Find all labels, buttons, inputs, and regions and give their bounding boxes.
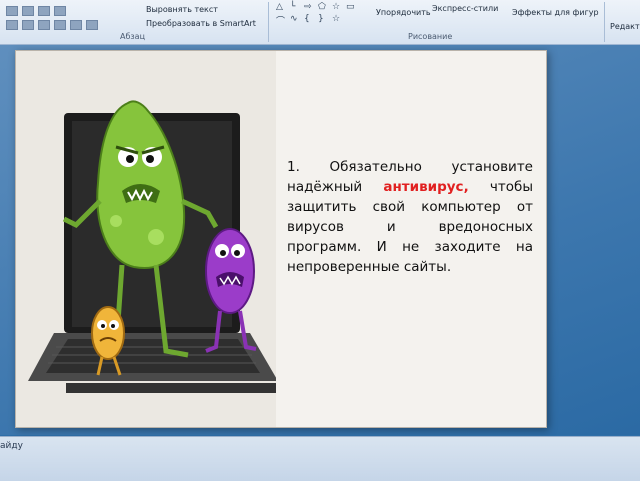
square-shape-icon[interactable]: ▭ [346, 2, 355, 12]
pentagon-shape-icon[interactable]: ⬠ [318, 2, 326, 12]
star-filled-shape-icon[interactable]: ☆ [332, 14, 340, 24]
ribbon: Выровнять текст Преобразовать в SmartArt… [0, 0, 640, 45]
columns-icon[interactable] [6, 20, 18, 30]
paragraph-group-label: Абзац [120, 32, 146, 41]
curve-shape-icon[interactable]: ∿ [290, 14, 298, 24]
star-shape-icon[interactable]: ☆ [332, 2, 340, 12]
antivirus-highlight: антивирус, [383, 179, 469, 195]
convert-smartart-button[interactable]: Преобразовать в SmartArt [146, 19, 256, 28]
virus-illustration[interactable] [16, 51, 280, 427]
connector-shape-icon[interactable]: └ [290, 2, 295, 12]
editing-button[interactable]: Редакти [610, 22, 640, 31]
quick-styles-button[interactable]: Экспресс-стили [432, 4, 498, 13]
line-spacing-icon[interactable] [70, 20, 82, 30]
virus-laptop-image [28, 100, 280, 393]
bullets-icon[interactable] [22, 20, 34, 30]
triangle-shape-icon[interactable]: △ [276, 2, 283, 12]
ribbon-separator [268, 2, 269, 42]
drawing-group-label: Рисование [408, 32, 453, 41]
notes-area[interactable]: айду [0, 436, 640, 481]
text-direction-icon[interactable] [86, 20, 98, 30]
align-right-icon[interactable] [38, 6, 50, 16]
align-text-button[interactable]: Выровнять текст [146, 5, 218, 14]
notes-partial-text: айду [0, 441, 23, 451]
brace-open-shape-icon[interactable]: { [304, 14, 310, 24]
arc-shape-icon[interactable]: ⌒ [276, 14, 285, 27]
ribbon-separator [604, 2, 605, 42]
align-left-icon[interactable] [6, 6, 18, 16]
numbering-icon[interactable] [38, 20, 50, 30]
arrange-button[interactable]: Упорядочить [376, 8, 431, 17]
arrow-shape-icon[interactable]: ⇨ [304, 2, 312, 12]
justify-icon[interactable] [54, 6, 66, 16]
indent-icon[interactable] [54, 20, 66, 30]
align-center-icon[interactable] [22, 6, 34, 16]
brace-close-shape-icon[interactable]: } [318, 14, 324, 24]
shape-effects-button[interactable]: Эффекты для фигур [512, 8, 599, 17]
slide[interactable]: 1. Обязательно установите надёжный антив… [15, 50, 547, 428]
slide-text-box[interactable]: 1. Обязательно установите надёжный антив… [287, 157, 533, 277]
